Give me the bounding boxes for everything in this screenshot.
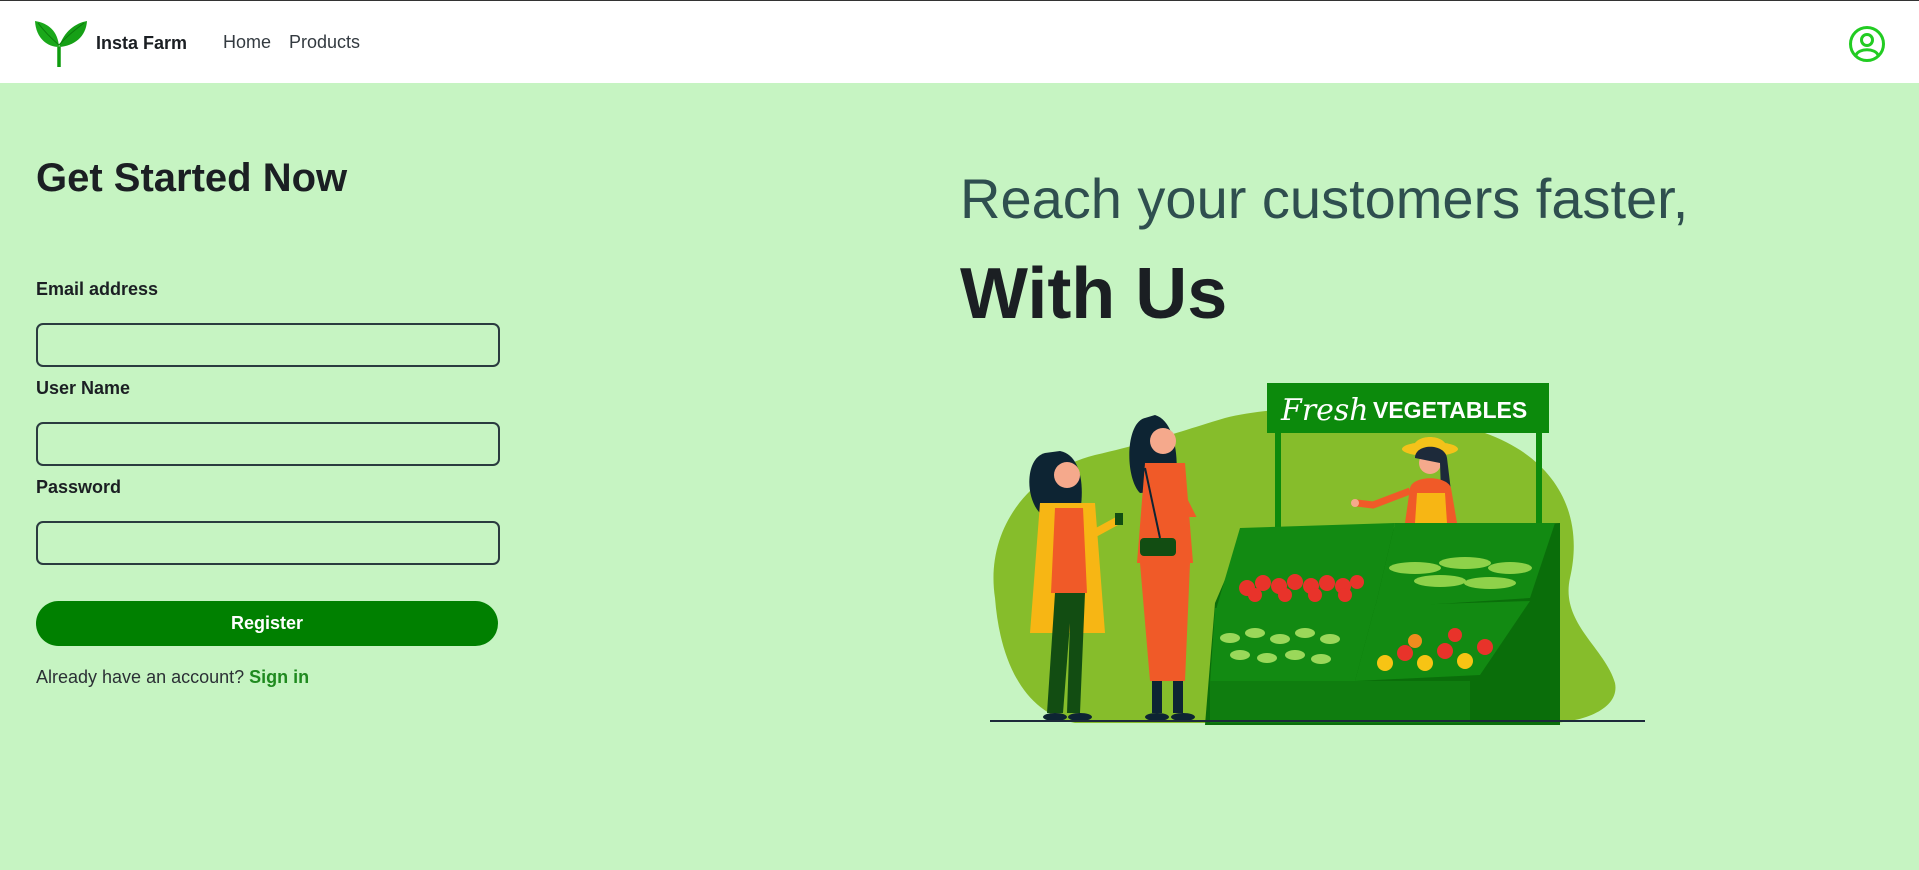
nav-links: Home Products xyxy=(223,32,360,53)
username-field[interactable] xyxy=(36,422,500,466)
brand-name: Insta Farm xyxy=(96,32,188,53)
sign-vegetables-text: VEGETABLES xyxy=(1373,397,1527,423)
brand[interactable]: Insta Farm xyxy=(34,19,187,67)
user-circle-icon[interactable] xyxy=(1848,25,1886,63)
signin-link[interactable]: Sign in xyxy=(249,667,309,687)
sign-script-text: Fresh xyxy=(1280,393,1369,428)
sprout-logo-icon xyxy=(35,21,87,67)
signin-row: Already have an account? Sign in xyxy=(36,667,309,688)
email-field[interactable] xyxy=(36,323,500,367)
password-field[interactable] xyxy=(36,521,500,565)
form-title: Get Started Now xyxy=(36,156,348,200)
nav-link-home[interactable]: Home xyxy=(223,32,271,53)
hero-headline: With Us xyxy=(960,254,1228,334)
password-label: Password xyxy=(36,477,122,497)
navbar: Insta Farm Home Products xyxy=(0,1,1919,83)
nav-link-products[interactable]: Products xyxy=(289,32,360,53)
username-label: User Name xyxy=(36,378,131,398)
vegetable-market-illustration: Fresh VEGETABLES xyxy=(990,383,1645,725)
signin-prompt: Already have an account? xyxy=(36,667,245,687)
hero-tagline: Reach your customers faster, xyxy=(960,167,1689,230)
email-label: Email address xyxy=(36,279,159,299)
main-section: Get Started Now Email address User Name … xyxy=(0,83,1919,870)
register-button[interactable]: Register xyxy=(36,601,498,646)
